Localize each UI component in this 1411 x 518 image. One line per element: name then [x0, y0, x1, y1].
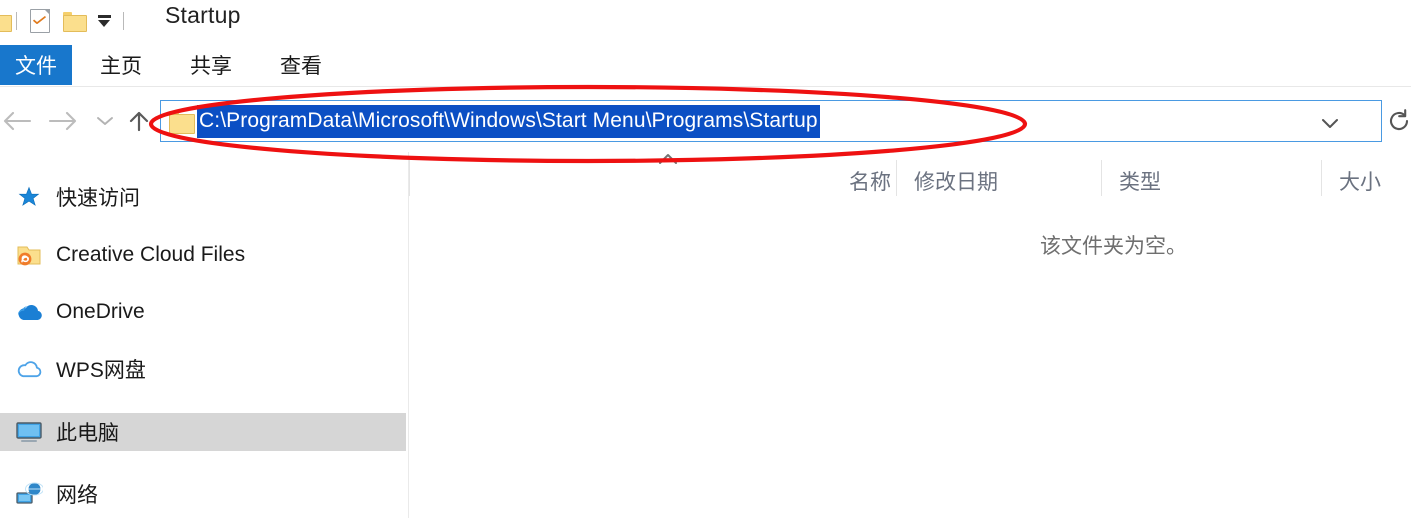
- column-header-date-modified[interactable]: 修改日期: [914, 166, 998, 196]
- wps-cloud-glyph: [17, 361, 42, 378]
- column-header-size[interactable]: 大小: [1339, 166, 1381, 196]
- toolbar-separator-1: [16, 12, 17, 30]
- folder-icon-glyph: [0, 12, 12, 32]
- onedrive-cloud-icon: [14, 299, 44, 325]
- pane-divider: [408, 152, 409, 518]
- creative-cloud-folder-icon: [14, 242, 44, 268]
- chevron-down-glyph: [97, 117, 113, 125]
- up-arrow-glyph: [129, 111, 149, 132]
- caret-bar-glyph: [97, 15, 111, 18]
- address-input-value[interactable]: C:\ProgramData\Microsoft\Windows\Start M…: [197, 104, 820, 138]
- tab-share[interactable]: 共享: [168, 45, 258, 85]
- refresh-icon[interactable]: [1386, 108, 1411, 134]
- file-list-column-headers: 名称 修改日期 类型 大小: [409, 152, 1411, 204]
- sidebar-item-this-pc[interactable]: 此电脑: [0, 413, 406, 451]
- recent-locations-chevron-icon[interactable]: [88, 104, 122, 138]
- onedrive-cloud-glyph: [18, 304, 42, 320]
- properties-document-icon[interactable]: [23, 5, 57, 37]
- star-glyph: [18, 186, 40, 206]
- sidebar-item-label: OneDrive: [56, 300, 145, 323]
- column-separator[interactable]: [1321, 160, 1322, 196]
- document-check-glyph: [30, 9, 50, 33]
- folder-icon: [169, 110, 195, 134]
- sidebar-item-label: Creative Cloud Files: [56, 243, 246, 266]
- ribbon-tab-bar: 文件 主页 共享 查看: [0, 42, 1411, 88]
- folder-partial-icon[interactable]: [0, 5, 12, 37]
- sidebar-item-label: 此电脑: [56, 422, 119, 445]
- sidebar-item-network[interactable]: 网络: [0, 475, 406, 513]
- network-icon: [14, 481, 44, 507]
- up-arrow-icon[interactable]: [122, 104, 156, 138]
- navigation-pane: 快速访问 Creative Cloud Files OneDrive WPS网盘: [0, 152, 408, 518]
- column-header-type[interactable]: 类型: [1119, 166, 1161, 196]
- tab-home[interactable]: 主页: [72, 45, 168, 85]
- column-separator[interactable]: [1101, 160, 1102, 196]
- new-folder-icon[interactable]: [57, 5, 91, 37]
- sidebar-item-quick-access[interactable]: 快速访问: [0, 178, 406, 216]
- tab-file[interactable]: 文件: [0, 45, 72, 85]
- caret-down-glyph: [98, 19, 110, 27]
- forward-arrow-glyph: [48, 111, 77, 131]
- sidebar-item-label: WPS网盘: [56, 359, 146, 382]
- monitor-glyph: [16, 422, 42, 442]
- sidebar-item-creative-cloud-files[interactable]: Creative Cloud Files: [0, 236, 406, 274]
- column-separator[interactable]: [896, 160, 897, 196]
- sidebar-item-label: 网络: [56, 484, 98, 507]
- customize-quick-access-caret-icon[interactable]: [91, 5, 117, 37]
- sidebar-item-onedrive[interactable]: OneDrive: [0, 293, 406, 331]
- back-arrow-icon[interactable]: [0, 104, 34, 138]
- sort-ascending-caret-icon: [659, 154, 677, 164]
- column-header-name[interactable]: 名称: [849, 166, 891, 196]
- sidebar-item-wps-cloud[interactable]: WPS网盘: [0, 350, 406, 388]
- column-separator[interactable]: [409, 160, 410, 196]
- ribbon-underline: [0, 86, 1411, 87]
- quick-access-toolbar[interactable]: [0, 4, 130, 38]
- star-icon: [14, 184, 44, 210]
- empty-folder-message: 该文件夹为空。: [1040, 235, 1187, 258]
- title-bar: Startup: [0, 0, 1411, 42]
- address-bar[interactable]: C:\ProgramData\Microsoft\Windows\Start M…: [160, 100, 1382, 142]
- wps-cloud-icon: [14, 356, 44, 382]
- chevron-down-icon[interactable]: [1319, 112, 1341, 134]
- forward-arrow-icon[interactable]: [46, 104, 80, 138]
- creative-cloud-folder-glyph: [17, 246, 41, 266]
- network-glyph: [16, 482, 43, 504]
- new-folder-glyph: [63, 12, 87, 32]
- window-title: Startup: [165, 2, 241, 28]
- toolbar-separator-2: [123, 12, 124, 30]
- tab-view[interactable]: 查看: [258, 45, 348, 85]
- back-arrow-glyph: [3, 111, 32, 131]
- orange-check-glyph: [33, 16, 46, 24]
- sidebar-item-label: 快速访问: [56, 187, 140, 210]
- this-pc-monitor-icon: [14, 419, 44, 445]
